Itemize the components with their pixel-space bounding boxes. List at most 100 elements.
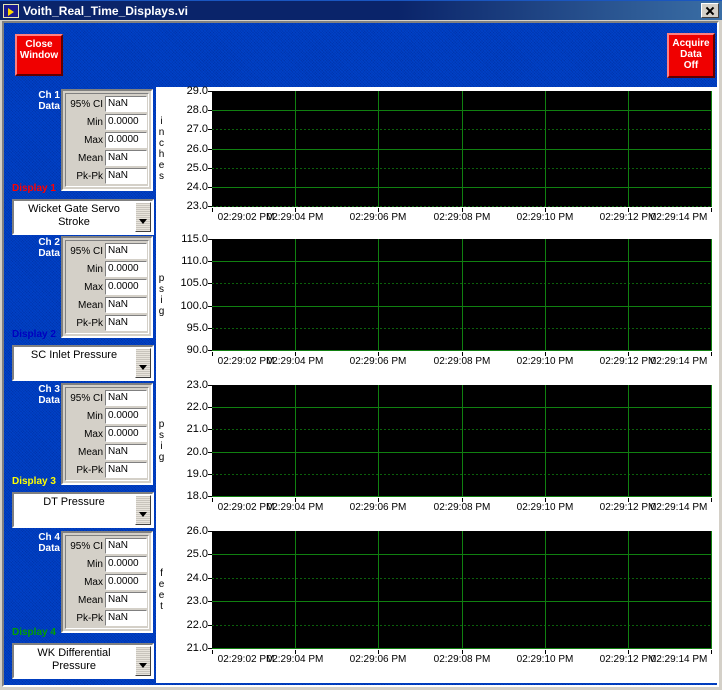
plot-area-3[interactable] <box>212 385 712 497</box>
stat-row-ci95: 95% CI NaN <box>67 242 147 260</box>
vertical-gridline <box>462 239 463 351</box>
y-tick-label: 26.0 <box>186 142 208 155</box>
y-tick-label: 25.0 <box>186 161 208 174</box>
channel-controls-2: Ch 2 Data 95% CI NaN Min 0.0000 Max 0.0000 Mean N… <box>4 235 156 381</box>
waveform-chart-4[interactable]: f e e t 26.0 25.0 24.0 23.0 22.0 21.0 02:29:02 PM 0… <box>156 525 717 683</box>
channel-name: Ch 2 <box>38 237 60 248</box>
stat-value-max[interactable]: 0.0000 <box>105 574 147 590</box>
x-tick-label: 02:29:08 PM <box>433 356 491 367</box>
display-label-3: Display 3 <box>12 476 56 487</box>
y-unit-char: t <box>160 601 163 612</box>
channel-controls-4: Ch 4 Data 95% CI NaN Min 0.0000 Max 0.0000 Mean N… <box>4 527 156 683</box>
signal-select-2[interactable]: SC Inlet Pressure <box>12 345 154 381</box>
chevron-down-icon[interactable] <box>135 495 151 525</box>
chevron-down-icon[interactable] <box>135 202 151 232</box>
vertical-gridline <box>628 531 629 649</box>
stat-value-pk-pk[interactable]: NaN <box>105 462 147 478</box>
stat-value-ci95[interactable]: NaN <box>105 538 147 554</box>
stat-value-ci95[interactable]: NaN <box>105 243 147 259</box>
stat-value-mean[interactable]: NaN <box>105 592 147 608</box>
plot-area-4[interactable] <box>212 531 712 649</box>
x-tick-label: 02:29:04 PM <box>266 356 324 367</box>
plot-area-1[interactable] <box>212 91 712 207</box>
stat-label-min: Min <box>86 558 103 570</box>
y-axis-unit-1: inches <box>156 116 167 182</box>
close-icon[interactable] <box>701 3 719 18</box>
y-axis-1: 29.0 28.0 27.0 26.0 25.0 24.0 23.0 <box>167 85 212 235</box>
y-unit-char: f <box>160 568 163 579</box>
waveform-chart-1[interactable]: i n c h e s 29.0 28.0 27.0 26.0 25.0 24.0 23.0 02:29:… <box>156 85 717 235</box>
statistics-group-1: 95% CI NaN Min 0.0000 Max 0.0000 Mean NaN Pk-Pk N… <box>61 89 153 191</box>
y-axis-unit-3: psig <box>156 419 167 463</box>
stat-value-max[interactable]: 0.0000 <box>105 426 147 442</box>
waveform-chart-3[interactable]: p s i g 23.0 22.0 21.0 20.0 19.0 18.0 02:29:02 PM 0… <box>156 379 717 527</box>
y-axis-4: 26.0 25.0 24.0 23.0 22.0 21.0 <box>167 525 212 683</box>
x-tick-label: 02:29:12 PM <box>599 654 657 665</box>
stat-value-max[interactable]: 0.0000 <box>105 279 147 295</box>
statistics-inner: 95% CI NaN Min 0.0000 Max 0.0000 Mean NaN Pk-Pk N… <box>65 535 149 629</box>
stat-value-ci95[interactable]: NaN <box>105 96 147 112</box>
stat-value-min[interactable]: 0.0000 <box>105 556 147 572</box>
chevron-down-icon[interactable] <box>135 348 151 378</box>
x-tick-label: 02:29:14 PM <box>650 502 708 513</box>
x-tick-label: 02:29:10 PM <box>516 654 574 665</box>
y-unit-char: p <box>158 273 165 284</box>
stat-value-min[interactable]: 0.0000 <box>105 408 147 424</box>
stat-value-mean[interactable]: NaN <box>105 444 147 460</box>
chevron-down-icon[interactable] <box>135 646 151 676</box>
y-tick-label: 90.0 <box>186 344 208 356</box>
display-label-4: Display 4 <box>12 627 56 638</box>
waveform-chart-2[interactable]: p s i g 115.0 110.0 105.0 100.0 95.0 90.0 02:29:02… <box>156 233 717 381</box>
channel-name-sub: Data <box>38 101 60 112</box>
stat-value-min[interactable]: 0.0000 <box>105 261 147 277</box>
statistics-group-3: 95% CI NaN Min 0.0000 Max 0.0000 Mean NaN Pk-Pk N… <box>61 383 153 485</box>
stat-value-mean[interactable]: NaN <box>105 150 147 166</box>
stat-label-max: Max <box>84 134 103 146</box>
x-tick-label: 02:29:12 PM <box>599 502 657 513</box>
vertical-gridline <box>295 239 296 351</box>
channel-name: Ch 4 <box>38 532 60 543</box>
stat-value-pk-pk[interactable]: NaN <box>105 315 147 331</box>
stat-label-mean: Mean <box>77 594 103 606</box>
display-label-1: Display 1 <box>12 183 56 194</box>
signal-select-value: WK Differential Pressure <box>14 645 134 677</box>
x-tick-mark <box>711 208 712 212</box>
stat-row-min: Min 0.0000 <box>67 113 147 131</box>
acquire-data-button[interactable]: Acquire Data Off <box>667 33 715 78</box>
x-axis-2: 02:29:02 PM 02:29:04 PM 02:29:06 PM 02:29:0… <box>212 352 712 370</box>
close-window-button[interactable]: Close Window <box>15 34 63 76</box>
y-tick-label: 115.0 <box>181 233 208 245</box>
stat-value-max[interactable]: 0.0000 <box>105 132 147 148</box>
stat-value-pk-pk[interactable]: NaN <box>105 168 147 184</box>
signal-select-1[interactable]: Wicket Gate Servo Stroke <box>12 199 154 235</box>
y-unit-char: e <box>158 160 165 171</box>
y-unit-char: n <box>158 127 165 138</box>
statistics-inner: 95% CI NaN Min 0.0000 Max 0.0000 Mean NaN Pk-Pk N… <box>65 240 149 334</box>
channel-label-4: Ch 4 Data <box>16 532 60 554</box>
front-panel: Close Window Acquire Data Off Ch 1 Data 95… <box>2 21 719 687</box>
vertical-gridline <box>462 385 463 497</box>
stat-row-mean: Mean NaN <box>67 149 147 167</box>
channel-name-sub: Data <box>38 395 60 406</box>
y-unit-char: g <box>158 452 165 463</box>
x-tick-label: 02:29:10 PM <box>516 502 574 513</box>
plot-area-2[interactable] <box>212 239 712 351</box>
signal-select-3[interactable]: DT Pressure <box>12 492 154 528</box>
vertical-gridline <box>628 385 629 497</box>
y-unit-char: p <box>158 419 165 430</box>
vertical-gridline <box>711 91 712 207</box>
stat-row-max: Max 0.0000 <box>67 573 147 591</box>
stat-value-min[interactable]: 0.0000 <box>105 114 147 130</box>
signal-select-4[interactable]: WK Differential Pressure <box>12 643 154 679</box>
y-tick-label: 95.0 <box>186 321 208 334</box>
stat-value-mean[interactable]: NaN <box>105 297 147 313</box>
x-tick-label: 02:29:04 PM <box>266 502 324 513</box>
stat-value-pk-pk[interactable]: NaN <box>105 610 147 626</box>
stat-value-ci95[interactable]: NaN <box>105 390 147 406</box>
stat-row-ci95: 95% CI NaN <box>67 537 147 555</box>
channel-name: Ch 1 <box>38 90 60 101</box>
vertical-gridline <box>295 531 296 649</box>
signal-select-value: Wicket Gate Servo Stroke <box>14 201 134 233</box>
vertical-gridline <box>628 239 629 351</box>
y-tick-label: 21.0 <box>186 642 208 654</box>
